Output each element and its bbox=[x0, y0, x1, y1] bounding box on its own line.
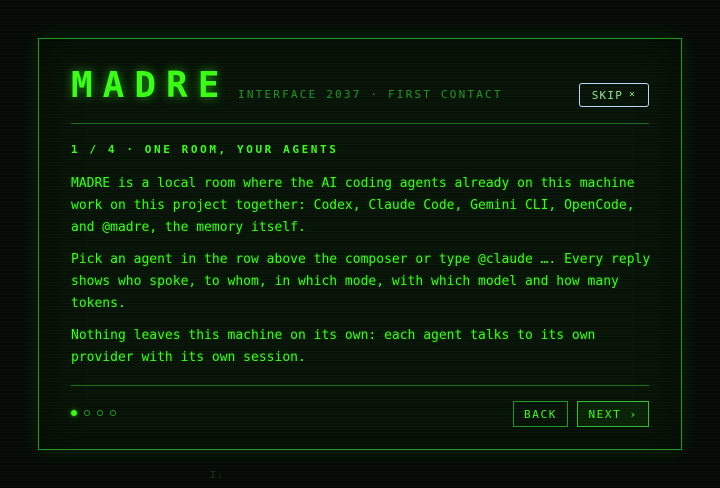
next-button[interactable]: NEXT › bbox=[577, 401, 649, 427]
header-divider bbox=[71, 123, 649, 124]
dialog-footer: BACK NEXT › bbox=[71, 401, 649, 429]
content-paragraph: Pick an agent in the row above the compo… bbox=[71, 252, 651, 311]
dialog-subtitle: INTERFACE 2037 · FIRST CONTACT bbox=[238, 88, 503, 101]
skip-button-label: SKIP bbox=[591, 88, 624, 102]
back-button[interactable]: BACK bbox=[513, 401, 568, 427]
step-indicator bbox=[71, 410, 116, 416]
step-content: MADRE is a local room where the AI codin… bbox=[71, 173, 653, 379]
content-paragraph: MADRE is a local room where the AI codin… bbox=[71, 176, 635, 235]
next-button-label: NEXT bbox=[588, 407, 622, 421]
dialog-header: MADRE INTERFACE 2037 · FIRST CONTACT SKI… bbox=[71, 65, 649, 123]
step-dot-1[interactable] bbox=[71, 410, 77, 416]
chevron-right-icon: › bbox=[629, 407, 638, 421]
step-navigation: BACK NEXT › bbox=[513, 401, 649, 427]
step-dot-4[interactable] bbox=[110, 410, 116, 416]
step-dot-3[interactable] bbox=[97, 410, 103, 416]
close-icon: × bbox=[629, 89, 637, 100]
back-button-label: BACK bbox=[524, 407, 557, 421]
onboarding-dialog: MADRE INTERFACE 2037 · FIRST CONTACT SKI… bbox=[38, 38, 682, 450]
skip-button[interactable]: SKIP × bbox=[579, 83, 649, 107]
step-dot-2[interactable] bbox=[84, 410, 90, 416]
footer-divider bbox=[71, 385, 649, 386]
step-title: 1 / 4 · ONE ROOM, YOUR AGENTS bbox=[71, 143, 339, 156]
brand-logo-text: MADRE bbox=[71, 65, 230, 106]
background-hint-text: I: bbox=[210, 470, 225, 481]
content-paragraph: Nothing leaves this machine on its own: … bbox=[71, 328, 596, 365]
